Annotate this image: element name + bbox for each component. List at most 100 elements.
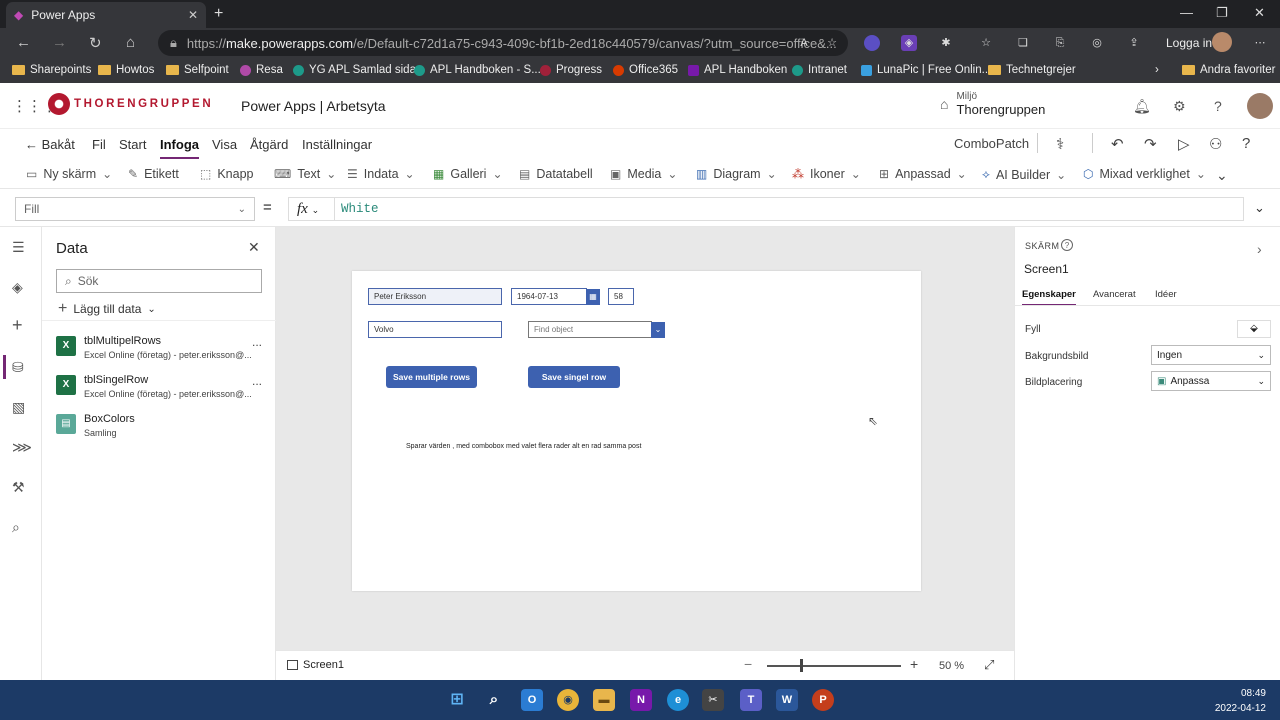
- object-combobox[interactable]: Find object: [528, 321, 652, 338]
- bg-image-dropdown[interactable]: Ingen ⌄: [1151, 345, 1271, 365]
- play-preview-icon[interactable]: ▷: [1178, 135, 1190, 153]
- ribbon-input[interactable]: ☰ Indata ⌄: [347, 167, 415, 181]
- extension-icon[interactable]: ◈: [901, 35, 917, 51]
- tab-properties[interactable]: Egenskaper: [1022, 289, 1076, 306]
- more-options-icon[interactable]: ...: [252, 335, 262, 349]
- ribbon-label[interactable]: ✎ Etikett: [128, 167, 179, 181]
- menu-atgard[interactable]: Åtgärd: [250, 137, 288, 152]
- date-picker[interactable]: 1964-07-13: [511, 288, 587, 305]
- bookmark-technetgrejer[interactable]: Technetgrejer: [988, 64, 1076, 76]
- data-source-item[interactable]: X tblMultipelRows Excel Online (företag)…: [56, 331, 266, 365]
- collections-icon[interactable]: ❏: [1015, 35, 1031, 51]
- data-source-item[interactable]: X tblSingelRow Excel Online (företag) - …: [56, 370, 266, 404]
- bookmark-yg-apl[interactable]: YG APL Samlad sida: [293, 64, 416, 76]
- chevron-down-icon[interactable]: ⌄: [651, 322, 665, 338]
- zoom-in-icon[interactable]: +: [910, 656, 918, 672]
- ribbon-mixed-reality[interactable]: ⬡ Mixad verklighet ⌄: [1083, 167, 1206, 181]
- system-clock[interactable]: 08:49 2022-04-12: [1206, 686, 1266, 716]
- age-input[interactable]: 58: [608, 288, 634, 305]
- fx-button[interactable]: fx ⌄: [288, 197, 334, 221]
- profile-avatar[interactable]: [1212, 32, 1232, 52]
- share-icon[interactable]: ⇪: [1126, 35, 1142, 51]
- bookmark-other-favorites[interactable]: Andra favoriter: [1182, 64, 1275, 76]
- close-tab-icon[interactable]: ✕: [188, 8, 198, 22]
- notifications-bell-icon[interactable]: 🔔︎: [1133, 98, 1151, 115]
- snipping-tool-icon[interactable]: ✂: [702, 689, 724, 711]
- browser-tab[interactable]: ◆ Power Apps ✕: [6, 2, 206, 28]
- redo-icon[interactable]: ↷: [1144, 135, 1157, 153]
- fill-color-picker[interactable]: ⬙: [1237, 320, 1271, 338]
- back-icon[interactable]: ←: [16, 34, 31, 51]
- zoom-slider-thumb[interactable]: [799, 659, 803, 672]
- data-search-input[interactable]: ⌕ Sök: [56, 269, 262, 293]
- ribbon-ai-builder[interactable]: ⟡ AI Builder ⌄: [982, 167, 1066, 182]
- address-bar[interactable]: 🔒︎ https://make.powerapps.com/e/Default-…: [158, 30, 848, 56]
- tab-advanced[interactable]: Avancerat: [1093, 289, 1136, 300]
- restore-icon[interactable]: ❐: [1216, 5, 1228, 21]
- data-cylinder-icon[interactable]: ⛁: [12, 359, 24, 376]
- settings-gear-icon[interactable]: ⚙: [1173, 98, 1186, 115]
- fit-to-window-icon[interactable]: ⤢: [984, 657, 994, 673]
- name-input[interactable]: Peter Eriksson: [368, 288, 502, 305]
- menu-fil[interactable]: Fil: [92, 137, 106, 152]
- onenote-icon[interactable]: N: [630, 689, 652, 711]
- media-icon[interactable]: ▧: [12, 399, 25, 416]
- ribbon-icons[interactable]: ⁂ Ikoner ⌄: [792, 167, 861, 181]
- help-icon[interactable]: ?: [1214, 98, 1222, 114]
- ribbon-new-screen[interactable]: ▭ Ny skärm ⌄: [26, 167, 112, 181]
- menu-infoga[interactable]: Infoga: [160, 137, 199, 159]
- tree-view-layers-icon[interactable]: ◈: [12, 279, 23, 296]
- undo-icon[interactable]: ↶: [1111, 135, 1124, 153]
- more-options-icon[interactable]: ...: [252, 374, 262, 388]
- chrome-icon[interactable]: ◉: [557, 689, 579, 711]
- bookmark-apl-handboken-s[interactable]: APL Handboken - S...: [414, 64, 541, 76]
- property-dropdown[interactable]: Fill ⌄: [15, 197, 255, 221]
- zoom-out-icon[interactable]: −: [744, 656, 752, 672]
- add-data-button[interactable]: + Lägg till data ⌄: [58, 300, 156, 318]
- calendar-icon[interactable]: ▦: [586, 289, 600, 305]
- help-icon[interactable]: ?: [1242, 135, 1250, 152]
- ribbon-media[interactable]: ▣ Media ⌄: [610, 167, 677, 181]
- extensions-puzzle-icon[interactable]: ✱: [938, 35, 954, 51]
- screenshot-icon[interactable]: ⎘: [1052, 35, 1068, 51]
- bookmarks-overflow-icon[interactable]: ›: [1155, 64, 1159, 76]
- user-avatar[interactable]: [1247, 93, 1273, 119]
- share-user-icon[interactable]: ⚇: [1209, 135, 1222, 153]
- bookmark-apl-handboken[interactable]: APL Handboken: [688, 64, 787, 76]
- collapse-pane-icon[interactable]: ›: [1257, 241, 1262, 257]
- ribbon-button[interactable]: ⬚ Knapp: [200, 167, 254, 181]
- company-input[interactable]: Volvo: [368, 321, 502, 338]
- favorite-star-icon[interactable]: ☆: [824, 35, 840, 51]
- word-icon[interactable]: W: [776, 689, 798, 711]
- bookmark-sharepoints[interactable]: Sharepoints: [12, 64, 91, 76]
- minimize-icon[interactable]: —: [1180, 5, 1193, 20]
- edge-icon[interactable]: e: [667, 689, 689, 711]
- search-icon[interactable]: ⌕: [483, 689, 505, 711]
- more-menu-icon[interactable]: ⋯: [1252, 35, 1268, 51]
- hamburger-menu-icon[interactable]: ☰: [12, 239, 25, 256]
- close-icon[interactable]: ✕: [248, 239, 260, 256]
- bookmark-office365[interactable]: Office365: [613, 64, 678, 76]
- bookmark-intranet[interactable]: Intranet: [792, 64, 847, 76]
- ribbon-charts[interactable]: ▥ Diagram ⌄: [696, 167, 777, 181]
- data-source-item[interactable]: ▤ BoxColors Samling: [56, 409, 266, 443]
- windows-start-icon[interactable]: ⊞: [446, 689, 468, 711]
- menu-installningar[interactable]: Inställningar: [302, 137, 372, 152]
- expand-formula-chevron-icon[interactable]: ⌄: [1254, 200, 1265, 216]
- back-button[interactable]: ← Bakåt: [25, 137, 75, 152]
- teams-icon[interactable]: T: [740, 689, 762, 711]
- bookmark-selfpoint[interactable]: Selfpoint: [166, 64, 229, 76]
- browser-essentials-icon[interactable]: ◎: [1089, 35, 1105, 51]
- bookmark-lunapic[interactable]: LunaPic | Free Onlin...: [861, 64, 991, 76]
- bookmark-howtos[interactable]: Howtos: [98, 64, 154, 76]
- powerpoint-icon[interactable]: P: [812, 689, 834, 711]
- environment-picker[interactable]: ⌂ Miljö Thorengruppen: [940, 91, 1045, 117]
- bookmark-resa[interactable]: Resa: [240, 64, 283, 76]
- ribbon-custom[interactable]: ⊞ Anpassad ⌄: [879, 167, 967, 181]
- file-explorer-icon[interactable]: ▬: [593, 689, 615, 711]
- tab-ideas[interactable]: Idéer: [1155, 289, 1177, 300]
- app-checker-stethoscope-icon[interactable]: ⚕: [1056, 135, 1064, 153]
- extension-icon[interactable]: [864, 35, 880, 51]
- favorites-icon[interactable]: ☆: [978, 35, 994, 51]
- new-tab-icon[interactable]: +: [214, 5, 223, 23]
